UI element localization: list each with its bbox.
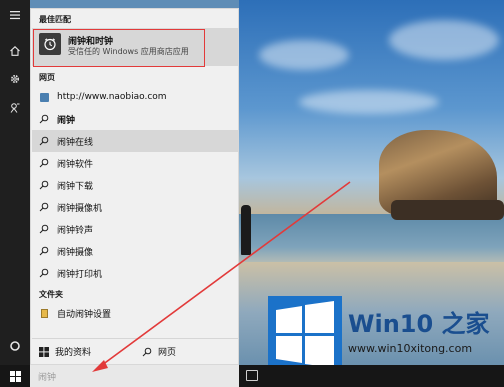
search-icon: [39, 136, 49, 146]
web-result-label: 闹钟摄像: [57, 247, 94, 258]
best-match-header: 最佳匹配: [39, 15, 71, 24]
search-icon: [39, 180, 49, 190]
web-tab[interactable]: 网页: [135, 339, 238, 364]
watermark: Win10 之家 www.win10xitong.com: [268, 296, 504, 374]
taskbar-search-input[interactable]: 闹钟: [30, 365, 239, 387]
start-menu-rail: [0, 0, 30, 387]
task-view-icon[interactable]: [246, 370, 258, 381]
windows-logo-icon: [39, 346, 49, 357]
web-result-url[interactable]: http://www.naobiao.com: [32, 86, 238, 108]
folder-result[interactable]: 自动闹钟设置: [32, 302, 238, 324]
web-result[interactable]: 闹钟下载: [32, 174, 238, 196]
search-results-panel: 最佳匹配 闹钟和时钟 受信任的 Windows 应用商店应用 网页 http:/…: [30, 8, 239, 365]
home-icon[interactable]: [0, 40, 30, 62]
web-result[interactable]: 闹钟摄像机: [32, 196, 238, 218]
windows-logo-icon: [9, 370, 21, 382]
web-result-label: 闹钟摄像机: [57, 203, 103, 214]
start-button[interactable]: [0, 365, 30, 387]
web-result-label: 闹钟打印机: [57, 269, 103, 280]
search-icon: [39, 158, 49, 168]
my-stuff-label: 我的资料: [55, 348, 92, 358]
web-result-label: 闹钟铃声: [57, 225, 94, 236]
annotation-highlight-box: [33, 29, 205, 67]
search-icon: [39, 114, 49, 124]
feedback-icon[interactable]: [0, 97, 30, 119]
search-icon: [39, 224, 49, 234]
web-result[interactable]: 闹钟软件: [32, 152, 238, 174]
search-icon: [142, 347, 152, 357]
web-result-label: 闹钟: [57, 115, 76, 126]
search-icon: [39, 246, 49, 256]
folder-result-label: 自动闹钟设置: [57, 309, 112, 320]
web-result[interactable]: 闹钟铃声: [32, 218, 238, 240]
web-result-label: 闹钟下载: [57, 181, 94, 192]
settings-icon[interactable]: [0, 68, 30, 90]
watermark-url: www.win10xitong.com: [348, 342, 473, 355]
folder-header: 文件夹: [39, 290, 63, 299]
cortana-icon[interactable]: [0, 335, 30, 357]
web-tab-label: 网页: [158, 348, 177, 358]
web-result-label: 闹钟软件: [57, 159, 94, 170]
search-icon: [39, 268, 49, 278]
my-stuff-tab[interactable]: 我的资料: [32, 339, 135, 364]
web-header: 网页: [39, 73, 55, 82]
web-icon: [39, 92, 49, 102]
web-result[interactable]: 闹钟: [32, 108, 238, 130]
search-scope-bar: 我的资料 网页: [32, 338, 238, 364]
search-icon: [39, 202, 49, 212]
folder-icon: [39, 308, 49, 318]
windows-logo-icon: [268, 296, 342, 374]
web-result-label: 闹钟在线: [57, 137, 94, 148]
web-result[interactable]: 闹钟摄像: [32, 240, 238, 262]
web-result-label: http://www.naobiao.com: [57, 92, 167, 102]
hamburger-menu-icon[interactable]: [0, 4, 30, 26]
web-result[interactable]: 闹钟在线: [32, 130, 238, 152]
watermark-title: Win10 之家: [348, 310, 490, 338]
taskbar: 闹钟: [0, 365, 504, 387]
web-result[interactable]: 闹钟打印机: [32, 262, 238, 284]
